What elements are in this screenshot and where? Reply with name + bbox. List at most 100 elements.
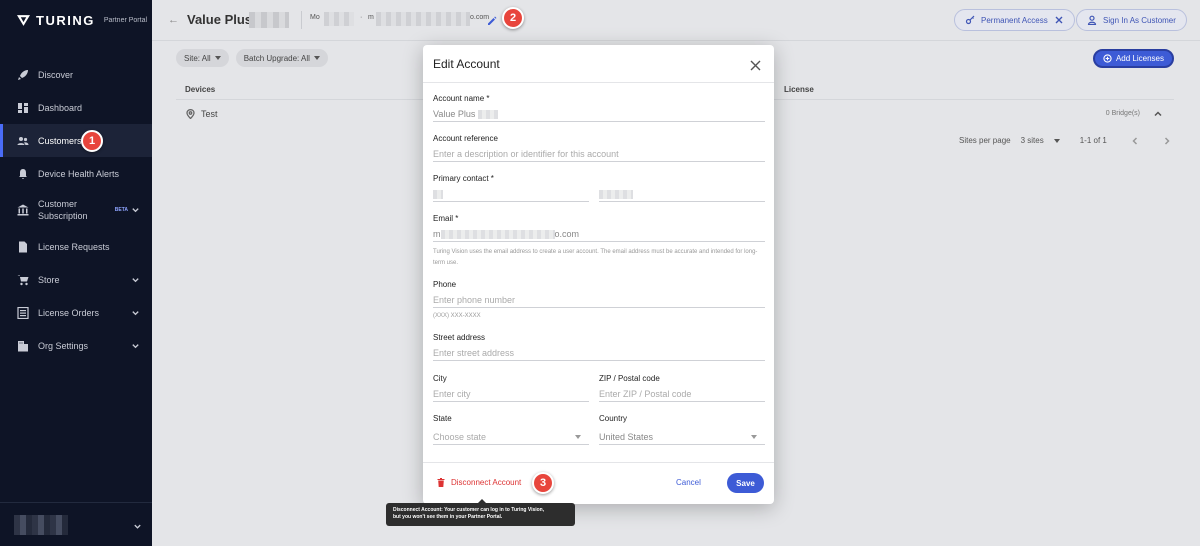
caret-down-icon: [214, 56, 221, 60]
page-size-select[interactable]: 3 sites: [1021, 136, 1044, 145]
sidebar-item-label: License Requests: [38, 241, 110, 252]
pagination: Sites per page 3 sites 1-1 of 1: [959, 136, 1181, 145]
sidebar: TURING Partner Portal Discover Dashboard…: [0, 0, 152, 546]
chevron-right-icon[interactable]: [1163, 136, 1171, 145]
rocket-icon: [17, 69, 29, 81]
sidebar-item-store[interactable]: Store: [0, 263, 152, 296]
primary-contact-first-name-field[interactable]: [433, 186, 589, 202]
email-label: Email *: [433, 214, 459, 223]
sidebar-item-license-requests[interactable]: License Requests: [0, 230, 152, 263]
sidebar-item-label: Discover: [38, 69, 74, 80]
sidebar-item-label: License Orders: [38, 307, 100, 318]
add-circle-icon: [1103, 54, 1112, 63]
add-licenses-button[interactable]: Add Licenses: [1092, 49, 1174, 68]
sidebar-nav: Discover Dashboard Customers Device Heal…: [0, 58, 152, 362]
phone-field[interactable]: Enter phone number: [433, 292, 765, 308]
account-name-value: Value Plus: [433, 109, 476, 119]
street-address-label: Street address: [433, 333, 486, 342]
sidebar-item-org-settings[interactable]: Org Settings: [0, 329, 152, 362]
logo-text: TURING: [36, 13, 95, 28]
chevron-left-icon[interactable]: [1131, 136, 1139, 145]
edit-pencil-icon[interactable]: [487, 13, 497, 25]
sidebar-item-customers[interactable]: Customers: [0, 124, 152, 157]
permanent-access-button[interactable]: Permanent Access: [954, 9, 1075, 31]
tooltip-line-1: Disconnect Account: Your customer can lo…: [393, 507, 545, 513]
sidebar-item-label: Customer Subscription: [38, 198, 88, 222]
logo-subtitle: Partner Portal: [103, 17, 148, 24]
city-field[interactable]: Enter city: [433, 386, 589, 402]
cancel-button[interactable]: Cancel: [676, 478, 701, 487]
chevron-down-icon: [133, 518, 142, 529]
zip-field[interactable]: Enter ZIP / Postal code: [599, 386, 765, 402]
chevron-up-icon[interactable]: [1154, 110, 1162, 118]
cart-icon: [17, 274, 29, 286]
email-field[interactable]: m o.com: [433, 226, 765, 242]
step-badge-2: 2: [502, 7, 524, 29]
redacted-text: [599, 190, 633, 200]
key-icon: [965, 15, 975, 25]
redacted-title: [249, 12, 289, 28]
sidebar-item-label: Dashboard: [38, 102, 83, 113]
chevron-down-icon: [131, 308, 140, 317]
sites-per-page-label: Sites per page: [959, 136, 1011, 145]
country-label: Country: [599, 414, 628, 423]
account-reference-field[interactable]: Enter a description or identifier for th…: [433, 146, 765, 162]
batch-filter-label: Batch Upgrade: All: [243, 53, 310, 63]
chevron-down-icon: [131, 206, 140, 215]
chevron-down-icon: [131, 275, 140, 284]
label-line-1: Customer: [38, 199, 78, 209]
sidebar-item-discover[interactable]: Discover: [0, 58, 152, 91]
sidebar-item-device-health-alerts[interactable]: Device Health Alerts: [0, 157, 152, 190]
person-icon: [1087, 15, 1097, 25]
state-select[interactable]: Choose state: [433, 429, 589, 445]
disconnect-account-button[interactable]: Disconnect Account: [437, 478, 521, 487]
city-label: City: [433, 374, 447, 383]
dialog-header: Edit Account: [423, 45, 774, 83]
country-select[interactable]: United States: [599, 429, 765, 445]
close-icon[interactable]: [750, 58, 761, 71]
batch-upgrade-filter[interactable]: Batch Upgrade: All: [235, 49, 328, 67]
logo[interactable]: TURING Partner Portal: [17, 13, 147, 28]
trash-icon: [437, 478, 445, 487]
account-name-field[interactable]: Value Plus: [433, 106, 765, 122]
account-reference-placeholder: Enter a description or identifier for th…: [433, 149, 619, 159]
bell-icon: [17, 168, 29, 180]
dialog-title: Edit Account: [433, 57, 500, 71]
sidebar-item-dashboard[interactable]: Dashboard: [0, 91, 152, 124]
disconnect-account-label: Disconnect Account: [451, 478, 522, 487]
site-filter-label: Site: All: [184, 53, 211, 63]
sidebar-item-label: Customers: [38, 135, 82, 146]
disconnect-tooltip: Disconnect Account: Your customer can lo…: [386, 499, 575, 526]
state-label: State: [433, 414, 452, 423]
sign-in-as-customer-label: Sign In As Customer: [1103, 15, 1176, 25]
tooltip-line-2: but you won't see them in your Partner P…: [393, 514, 503, 520]
divider: [301, 11, 302, 29]
beta-badge: BETA: [114, 207, 128, 213]
page-title: Value Plus: [187, 12, 253, 27]
back-arrow-icon[interactable]: ←: [168, 14, 179, 26]
save-button[interactable]: Save: [727, 473, 764, 493]
sidebar-item-label: Store: [38, 274, 60, 285]
column-header-devices: Devices: [185, 85, 216, 94]
zip-placeholder: Enter ZIP / Postal code: [599, 389, 692, 399]
chevron-down-icon: [131, 341, 140, 350]
close-icon[interactable]: [1054, 15, 1064, 25]
street-address-field[interactable]: Enter street address: [433, 345, 765, 361]
account-switcher[interactable]: [0, 502, 152, 546]
sidebar-item-license-orders[interactable]: License Orders: [0, 296, 152, 329]
top-bar: ← Value Plus Mo · m o.com Permanent Acce…: [152, 0, 1200, 41]
phone-label: Phone: [433, 280, 457, 289]
phone-helper-text: (XXX) XXX-XXXX: [433, 313, 481, 319]
site-filter[interactable]: Site: All: [176, 49, 229, 67]
state-placeholder: Choose state: [433, 432, 487, 442]
redacted-contact: [324, 12, 354, 26]
edit-account-dialog: Edit Account Account name * Value Plus A…: [423, 45, 774, 504]
primary-contact-last-name-field[interactable]: [599, 186, 765, 202]
redacted-account-name: [14, 515, 68, 535]
filter-bar: Site: All Batch Upgrade: All: [176, 49, 328, 67]
sign-in-as-customer-button[interactable]: Sign In As Customer: [1076, 9, 1187, 31]
redacted-text: [440, 230, 555, 240]
redacted-text: [477, 110, 498, 120]
sidebar-item-customer-subscription[interactable]: Customer Subscription BETA: [0, 190, 152, 230]
country-value: United States: [599, 432, 654, 442]
